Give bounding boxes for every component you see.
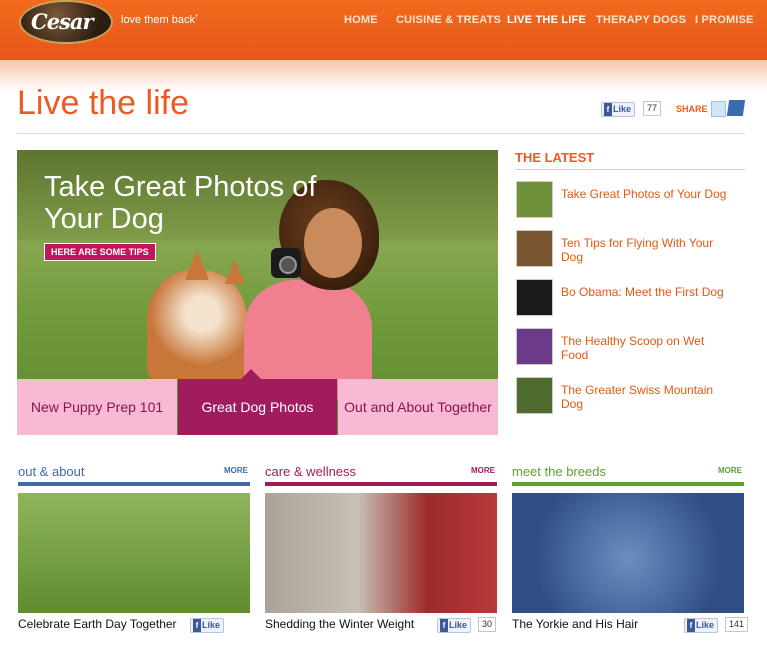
section-image-shedding[interactable] [265,493,497,613]
section-title-care-wellness[interactable]: care & wellness [265,464,356,479]
facebook-icon: f [604,103,612,116]
nav-i-promise[interactable]: I PROMISE [695,14,754,26]
facebook-like-button[interactable]: f Like [601,102,636,117]
more-link[interactable]: MORE [471,466,495,475]
facebook-icon: f [193,619,201,632]
hero-tabs: New Puppy Prep 101 Great Dog Photos Out … [17,379,498,435]
latest-link[interactable]: The Greater Swiss Mountain Dog [561,383,731,411]
section-caption[interactable]: Celebrate Earth Day Together [18,617,178,632]
active-tab-indicator [241,369,261,379]
more-link[interactable]: MORE [718,466,742,475]
page-title: Live the life [17,84,189,122]
latest-link[interactable]: Ten Tips for Flying With Your Dog [561,236,731,264]
like-count: 77 [643,101,662,116]
section-title-out-about[interactable]: out & about [18,464,85,479]
tagline: love them back† [121,14,199,26]
tab-out-and-about[interactable]: Out and About Together [338,379,498,435]
latest-thumbnail[interactable] [516,230,553,267]
logo-text: Cesar [31,9,94,34]
share-label: SHARE [676,104,708,114]
facebook-like-button[interactable]: f Like [437,618,472,633]
latest-divider [515,169,745,170]
like-count: 141 [725,617,749,632]
section-bar [512,482,744,486]
latest-thumbnail[interactable] [516,377,553,414]
latest-thumbnail[interactable] [516,181,553,218]
latest-title: THE LATEST [515,150,595,165]
delicious-share-icon[interactable] [726,100,746,116]
latest-link[interactable]: Bo Obama: Meet the First Dog [561,285,731,299]
tab-great-dog-photos[interactable]: Great Dog Photos [178,379,337,435]
section-bar [265,482,497,486]
latest-link[interactable]: Take Great Photos of Your Dog [561,187,731,201]
facebook-like-button[interactable]: f Like [190,618,225,633]
section-image-yorkie[interactable] [512,493,744,613]
hero-headline[interactable]: Take Great Photos of Your Dog [44,171,334,235]
nav-live-the-life[interactable]: LIVE THE LIFE [507,14,586,26]
like-count: 30 [478,617,497,632]
twitter-share-icon[interactable] [711,101,726,117]
nav-therapy-dogs[interactable]: THERAPY DOGS [596,14,686,26]
nav-cuisine-treats[interactable]: CUISINE & TREATS [396,14,501,26]
section-title-meet-breeds[interactable]: meet the breeds [512,464,606,479]
tab-new-puppy-prep[interactable]: New Puppy Prep 101 [17,379,177,435]
top-navigation-bar [0,0,767,60]
hero-dog-image [147,270,247,380]
more-link[interactable]: MORE [224,466,248,475]
facebook-like-button[interactable]: f Like [684,618,719,633]
divider [17,133,745,134]
facebook-icon: f [440,619,448,632]
section-caption[interactable]: The Yorkie and His Hair [512,617,682,632]
latest-link[interactable]: The Healthy Scoop on Wet Food [561,334,731,362]
hero-tips-button[interactable]: HERE ARE SOME TIPS [44,243,156,261]
section-caption[interactable]: Shedding the Winter Weight [265,617,445,632]
section-image-earth-day[interactable] [18,493,250,613]
latest-thumbnail[interactable] [516,279,553,316]
facebook-icon: f [687,619,695,632]
latest-thumbnail[interactable] [516,328,553,365]
section-bar [18,482,250,486]
camera-icon [271,248,301,278]
nav-home[interactable]: HOME [344,14,378,26]
cesar-logo[interactable]: Cesar [19,0,113,44]
